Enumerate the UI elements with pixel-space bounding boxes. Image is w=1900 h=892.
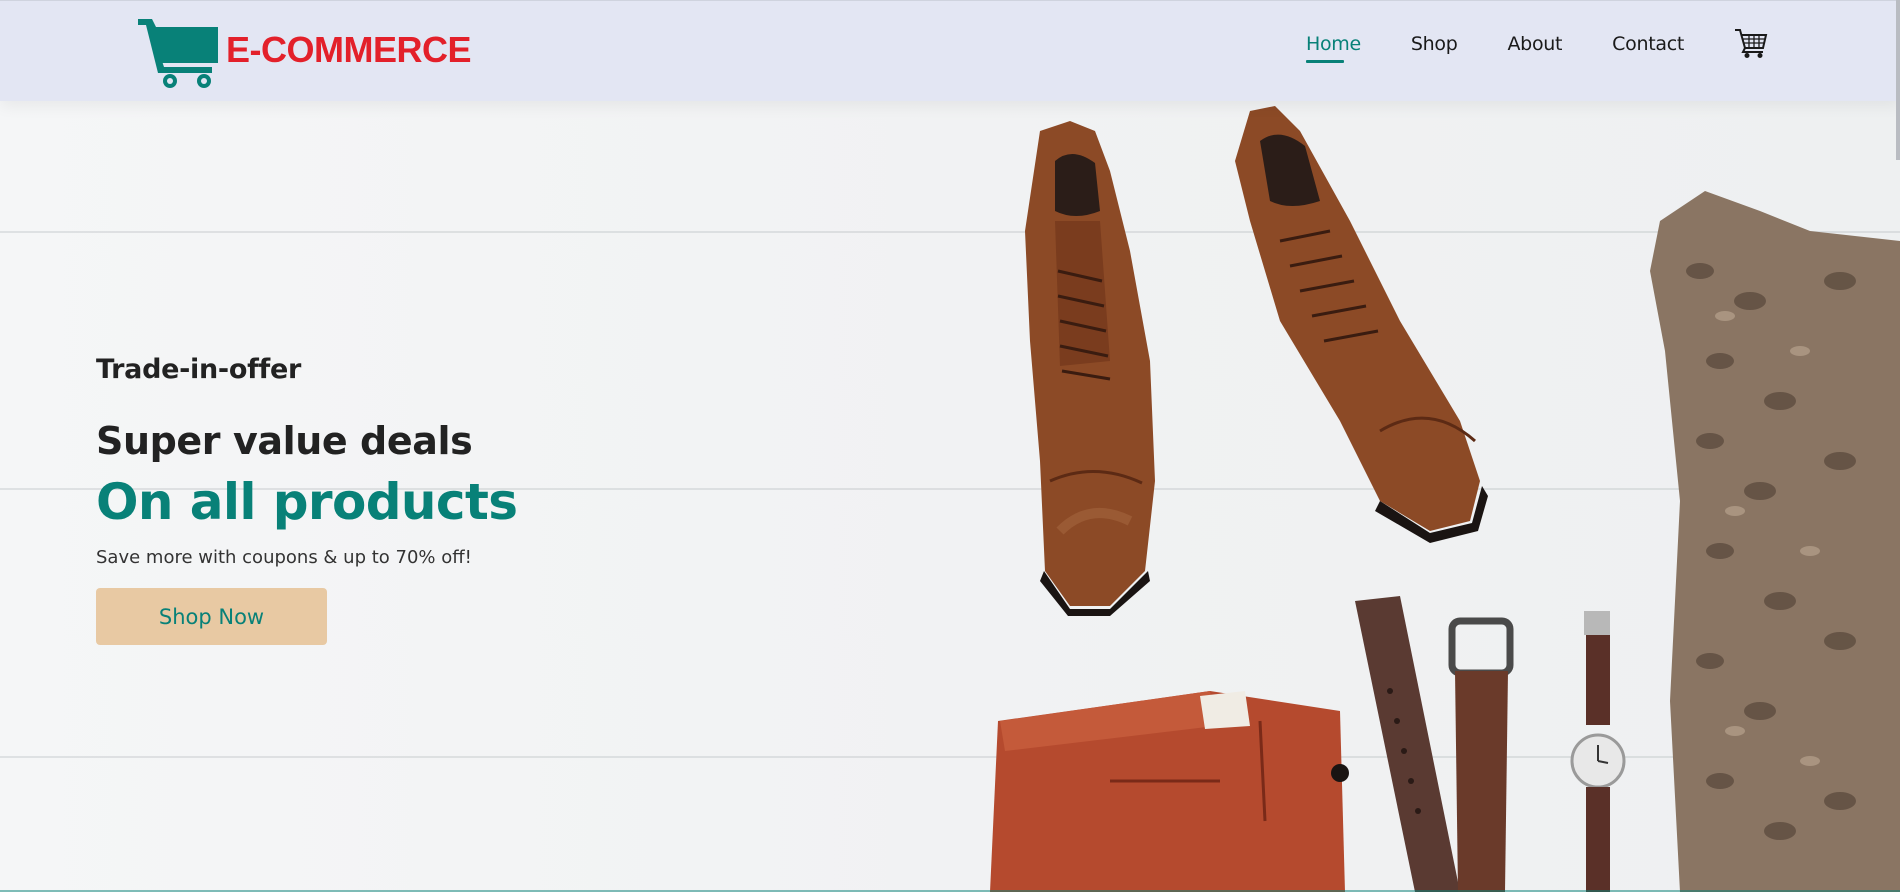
page: E-COMMERCE Home Shop About Contact Trade… <box>0 0 1900 892</box>
leather-belt <box>1355 596 1514 892</box>
hero-headline-accent: On all products <box>96 473 518 531</box>
shopping-cart-logo-icon <box>138 19 218 88</box>
brand-name: E-COMMERCE <box>226 29 472 70</box>
nav-about[interactable]: About <box>1507 33 1562 63</box>
shop-now-button[interactable]: Shop Now <box>96 588 327 645</box>
hero-tagline: Save more with coupons & up to 70% off! <box>96 547 472 568</box>
leather-boot-left <box>1025 121 1155 616</box>
knit-sweater <box>1650 191 1900 892</box>
nav-shop[interactable]: Shop <box>1411 33 1458 63</box>
hero-subtitle: Trade-in-offer <box>96 354 301 385</box>
nav-home[interactable]: Home <box>1305 33 1361 63</box>
wristwatch <box>1570 611 1626 892</box>
hero-section: Trade-in-offer Super value deals On all … <box>0 101 1900 892</box>
nav-contact[interactable]: Contact <box>1612 33 1684 63</box>
shopping-cart-icon[interactable] <box>1734 27 1768 64</box>
site-header: E-COMMERCE Home Shop About Contact <box>0 0 1900 101</box>
main-nav: Home Shop About Contact <box>1256 29 1768 66</box>
hero-headline: Super value deals <box>96 419 473 463</box>
hero-product-image <box>990 106 1900 892</box>
site-logo[interactable]: E-COMMERCE <box>138 17 472 89</box>
page-scrollbar[interactable] <box>1896 0 1900 160</box>
hero-text-block: Trade-in-offer Super value deals On all … <box>96 354 518 645</box>
leather-boot-right <box>1235 106 1488 543</box>
chino-pants <box>990 691 1349 892</box>
